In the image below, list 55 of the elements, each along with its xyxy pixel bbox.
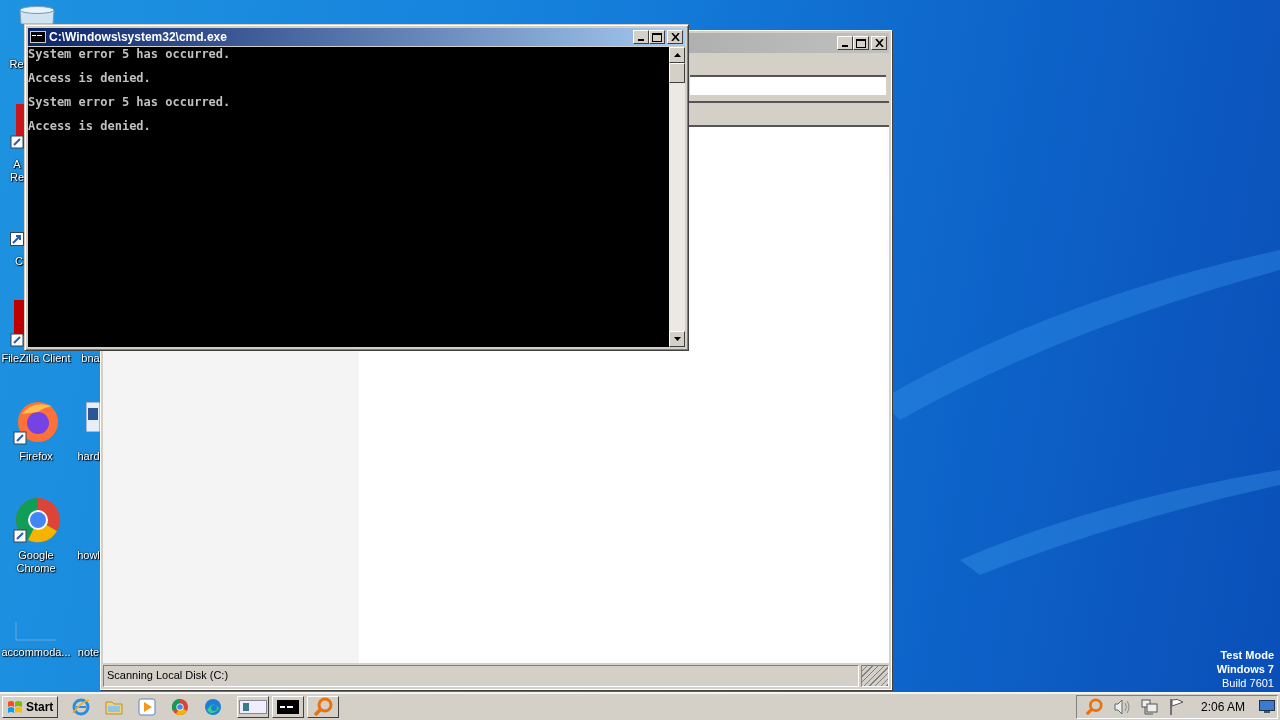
maximize-button[interactable] [649,30,665,44]
window-task-button[interactable] [237,696,270,718]
recycle-icon[interactable] [18,6,56,24]
volume-icon[interactable] [1112,699,1131,715]
up-arrow-icon [673,53,681,57]
maximize-button[interactable] [853,36,869,50]
edge-icon[interactable] [204,698,223,716]
scroll-thumb[interactable] [669,63,685,83]
chrome-icon[interactable] [12,496,60,544]
word-icon[interactable] [86,402,100,432]
close-icon [670,33,680,41]
filezilla-icon[interactable] [10,300,24,348]
icon-label[interactable]: C [12,255,26,268]
icon-label[interactable]: hard [77,450,100,463]
close-icon [874,39,884,47]
start-button[interactable]: Start [2,696,59,718]
console-line: Access is denied. [28,72,151,84]
clock[interactable]: 2:06 AM [1200,700,1245,714]
watermark-text: Windows 7 [1216,662,1274,676]
console-line: System error 5 has occurred. [28,48,231,60]
icon-label[interactable]: A Re [10,158,24,184]
status-bar: Scanning Local Disk (C:) [103,665,859,687]
icon-label[interactable]: Google Chrome [6,549,66,575]
scroll-down-button[interactable] [669,331,685,347]
pdf-icon[interactable] [10,104,24,152]
down-arrow-icon [673,337,681,341]
icon-label[interactable]: howl [77,549,100,562]
icon-label[interactable]: note [77,646,100,659]
close-button[interactable] [667,30,683,44]
shortcut-icon[interactable] [10,232,24,246]
monitor-icon[interactable] [1259,700,1275,714]
watermark-text: Build 7601 [1222,676,1274,690]
windows-logo-icon [7,699,23,715]
watermark-text: Test Mode [1220,648,1274,662]
icon-label[interactable]: accommoda... [0,646,72,659]
console-line: System error 5 has occurred. [28,96,231,108]
search-task-button[interactable] [307,696,340,718]
console-icon [30,31,46,43]
network-icon[interactable] [1140,698,1159,716]
minimize-button[interactable] [837,36,853,50]
chrome-icon[interactable] [171,698,190,716]
console-line: Access is denied. [28,120,151,132]
scroll-up-button[interactable] [669,47,685,63]
minimize-button[interactable] [633,30,649,44]
icon-label[interactable]: Firefox [6,450,66,463]
window-title: C:\Windows\system32\cmd.exe [49,30,228,44]
icon-label[interactable]: bna [81,352,100,365]
icon-label[interactable]: Re [9,58,24,71]
address-field[interactable] [690,75,886,95]
icon-label[interactable]: FileZilla Client [0,352,72,365]
close-button[interactable] [871,36,887,50]
scrollbar[interactable] [669,47,685,347]
console-task-button[interactable] [272,696,305,718]
resize-grip[interactable] [861,665,889,687]
flag-icon[interactable] [1168,698,1185,716]
